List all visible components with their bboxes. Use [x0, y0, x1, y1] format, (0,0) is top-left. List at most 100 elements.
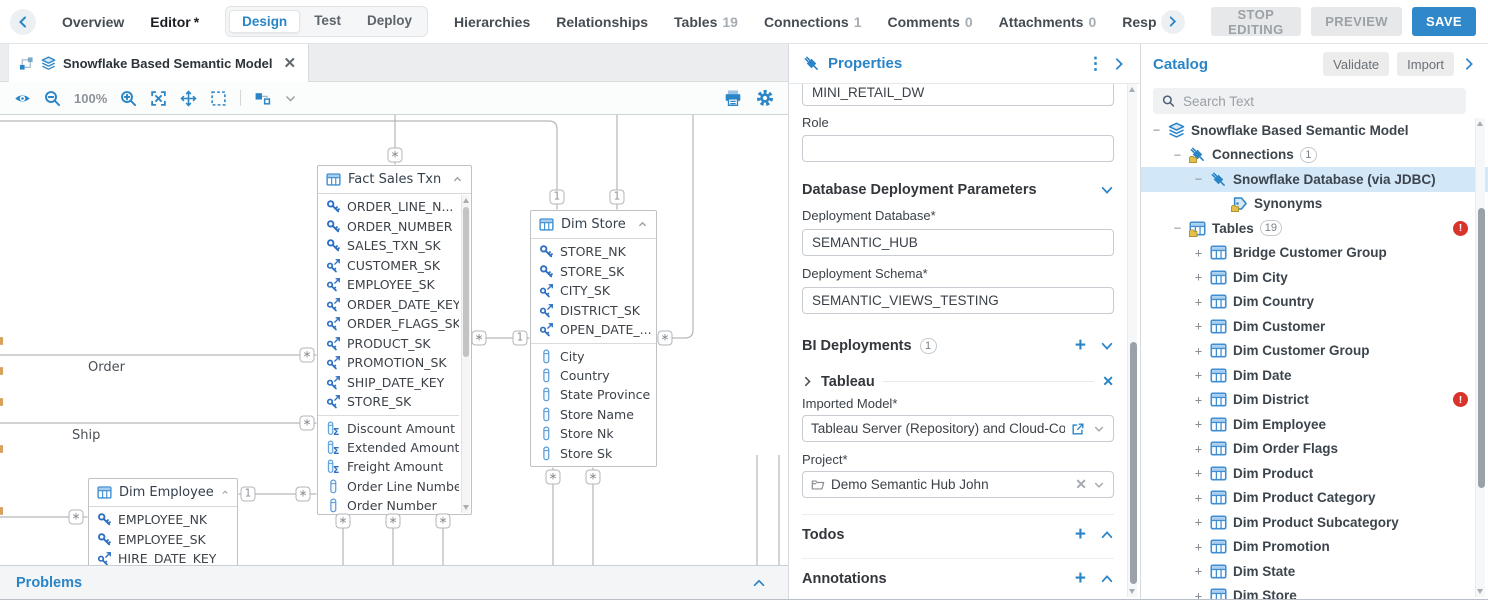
- catalog-tree-item[interactable]: + Dim Customer: [1141, 314, 1488, 339]
- table-field[interactable]: PROMOTION_SK: [318, 353, 459, 373]
- collapse-panel-chevron-icon[interactable]: [1462, 57, 1476, 71]
- pan-icon[interactable]: [180, 90, 197, 107]
- nav-responses-truncated[interactable]: Resp: [1122, 14, 1156, 30]
- model-document-tab[interactable]: Snowflake Based Semantic Model ✕: [8, 44, 309, 82]
- table-field[interactable]: EMPLOYEE_SK: [318, 275, 459, 295]
- nav-tables[interactable]: Tables19: [674, 14, 738, 30]
- save-button[interactable]: SAVE: [1412, 7, 1476, 36]
- nav-editor[interactable]: Editor*: [150, 14, 199, 30]
- table-field[interactable]: CUSTOMER_SK: [318, 256, 459, 276]
- table-field[interactable]: CITY_SK: [531, 281, 656, 301]
- auto-layout-icon[interactable]: [254, 90, 271, 107]
- expand-chevron-right-icon[interactable]: [802, 376, 813, 387]
- catalog-tree-item[interactable]: + Dim District !: [1141, 388, 1488, 413]
- problems-bar[interactable]: Problems: [0, 565, 788, 600]
- print-icon[interactable]: [724, 89, 742, 107]
- scrollbar-thumb[interactable]: [463, 207, 469, 357]
- imported-model-select[interactable]: Tableau Server (Repository) and Cloud-Co: [802, 415, 1114, 442]
- tree-expander[interactable]: −: [1193, 172, 1204, 186]
- table-field[interactable]: ORDER_DATE_KEY: [318, 295, 459, 315]
- diagram-table-dim-employee[interactable]: Dim Employee EMPLOYEE_NK EMPLOYEE_SK HIR…: [88, 478, 238, 565]
- table-header[interactable]: Fact Sales Txn: [318, 166, 471, 194]
- tree-expander[interactable]: +: [1193, 417, 1204, 431]
- section-chevron-up-icon[interactable]: [1100, 528, 1114, 542]
- catalog-tree-item[interactable]: + Dim Product: [1141, 461, 1488, 486]
- dropdown-chevron-icon[interactable]: [1093, 479, 1105, 491]
- expand-problems-chevron-icon[interactable]: [752, 576, 766, 590]
- nav-relationships[interactable]: Relationships: [556, 14, 648, 30]
- zoom-level[interactable]: 100%: [74, 91, 107, 106]
- tree-expander[interactable]: +: [1193, 540, 1204, 554]
- properties-scrollbar-thumb[interactable]: [1130, 342, 1137, 584]
- table-field[interactable]: ORDER_LINE_N...: [318, 197, 459, 217]
- section-chevron-down-icon[interactable]: [1100, 183, 1114, 197]
- table-header[interactable]: Dim Employee: [89, 479, 237, 507]
- nav-connections[interactable]: Connections1: [764, 14, 862, 30]
- table-field[interactable]: SHIP_DATE_KEY: [318, 373, 459, 393]
- collapse-chevron-icon[interactable]: [452, 174, 463, 185]
- tree-expander[interactable]: +: [1193, 491, 1204, 505]
- tree-expander[interactable]: +: [1193, 295, 1204, 309]
- remove-tableau-button[interactable]: ✕: [1102, 373, 1114, 390]
- table-field[interactable]: SALES_TXN_SK: [318, 236, 459, 256]
- table-field[interactable]: HIRE_DATE_KEY: [89, 549, 237, 565]
- add-annotation-button[interactable]: +: [1075, 569, 1086, 588]
- table-field[interactable]: ORDER_NUMBER: [318, 217, 459, 237]
- catalog-tree-item[interactable]: + Dim City: [1141, 265, 1488, 290]
- table-field[interactable]: Extended Amount: [318, 438, 459, 458]
- catalog-tree-item[interactable]: + Dim Order Flags: [1141, 437, 1488, 462]
- catalog-search[interactable]: [1153, 88, 1466, 114]
- marquee-select-icon[interactable]: [210, 90, 227, 107]
- validate-button[interactable]: Validate: [1323, 52, 1389, 76]
- catalog-tree-item[interactable]: + Dim Country: [1141, 290, 1488, 315]
- external-link-icon[interactable]: [1071, 422, 1085, 436]
- catalog-tree-item[interactable]: − Snowflake Based Semantic Model: [1141, 118, 1488, 143]
- scroll-up-icon[interactable]: [463, 198, 469, 203]
- nav-overview[interactable]: Overview: [62, 14, 124, 30]
- table-header[interactable]: Dim Store: [531, 211, 656, 239]
- tree-expander[interactable]: −: [1172, 148, 1183, 162]
- table-field[interactable]: Store Name: [531, 405, 656, 425]
- table-field[interactable]: STORE_SK: [318, 392, 459, 412]
- database-field[interactable]: [802, 84, 1114, 106]
- deployment-schema-field[interactable]: [802, 287, 1114, 314]
- table-scrollbar[interactable]: [461, 195, 470, 513]
- properties-scrollbar[interactable]: [1127, 84, 1137, 597]
- project-select[interactable]: Demo Semantic Hub John ✕: [802, 471, 1114, 498]
- scroll-up-icon[interactable]: [1129, 87, 1135, 92]
- deployment-database-field[interactable]: [802, 229, 1114, 256]
- catalog-tree-item[interactable]: + Bridge Customer Group: [1141, 241, 1488, 266]
- table-field[interactable]: PRODUCT_SK: [318, 334, 459, 354]
- tree-expander[interactable]: +: [1193, 442, 1204, 456]
- tree-expander[interactable]: +: [1193, 564, 1204, 578]
- search-input[interactable]: [1183, 94, 1457, 109]
- catalog-tree-item[interactable]: − Tables 19 !: [1141, 216, 1488, 241]
- diagram-table-dim-store[interactable]: Dim Store STORE_NK STORE_SK CITY_SK: [530, 210, 657, 467]
- catalog-tree-item[interactable]: + Dim Product Category: [1141, 486, 1488, 511]
- table-field[interactable]: ORDER_FLAGS_SK: [318, 314, 459, 334]
- scroll-down-icon[interactable]: [1129, 589, 1135, 594]
- zoom-out-icon[interactable]: [44, 90, 61, 107]
- add-todo-button[interactable]: +: [1075, 525, 1086, 544]
- tab-design[interactable]: Design: [229, 10, 300, 33]
- table-field[interactable]: OPEN_DATE_...: [531, 320, 656, 340]
- catalog-scrollbar-thumb[interactable]: [1478, 208, 1485, 488]
- tree-expander[interactable]: +: [1193, 589, 1204, 600]
- catalog-tree-item[interactable]: − Connections 1: [1141, 143, 1488, 168]
- kebab-menu-icon[interactable]: ⋮: [1087, 55, 1104, 72]
- tree-expander[interactable]: +: [1193, 393, 1204, 407]
- table-field[interactable]: DISTRICT_SK: [531, 301, 656, 321]
- catalog-scrollbar[interactable]: [1475, 118, 1485, 597]
- tree-expander[interactable]: −: [1172, 221, 1183, 235]
- nav-comments[interactable]: Comments0: [888, 14, 973, 30]
- section-chevron-up-icon[interactable]: [1100, 572, 1114, 586]
- diagram-table-fact-sales-txn[interactable]: Fact Sales Txn ORDER_LINE_N... ORDER_NUM…: [317, 165, 472, 515]
- table-field[interactable]: Store Sk: [531, 444, 656, 464]
- table-field[interactable]: Country: [531, 366, 656, 386]
- collapse-chevron-icon[interactable]: [221, 487, 229, 498]
- tab-deploy[interactable]: Deploy: [355, 10, 424, 33]
- add-bi-deployment-button[interactable]: +: [1075, 336, 1086, 355]
- table-field[interactable]: EMPLOYEE_SK: [89, 530, 237, 550]
- collapse-chevron-icon[interactable]: [637, 219, 648, 230]
- table-field[interactable]: EMPLOYEE_NK: [89, 510, 237, 530]
